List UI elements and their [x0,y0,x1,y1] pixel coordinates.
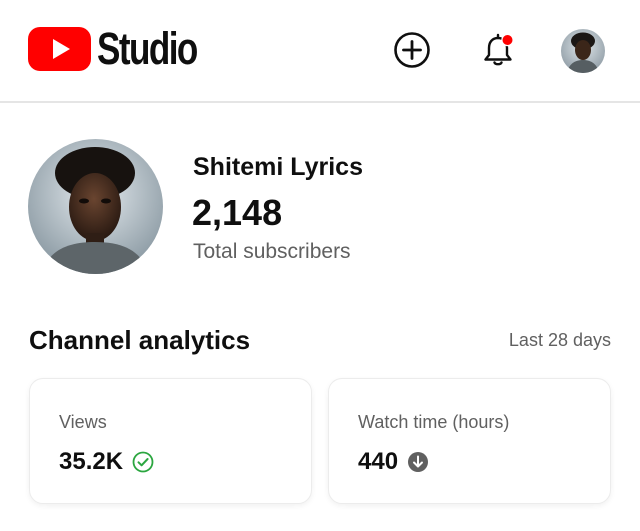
watch-time-value: 440 [358,448,399,475]
watch-time-value-row: 440 [358,448,429,476]
logo-text: Studio [97,23,198,74]
create-plus-icon [394,32,430,68]
studio-page: Studio Shitemi Lyrics 2,148 Total subscr… [0,0,640,531]
subscriber-label: Total subscribers [193,240,351,263]
channel-name: Shitemi Lyrics [193,153,363,181]
top-app-bar: Studio [0,0,640,103]
period-selector[interactable]: Last 28 days [509,330,611,351]
watch-time-label: Watch time (hours) [358,412,510,432]
views-value-row: 35.2K [59,448,154,476]
youtube-logo-icon [28,27,91,71]
views-value: 35.2K [59,448,124,475]
views-card[interactable]: Views 35.2K [29,378,312,504]
channel-avatar[interactable] [28,139,163,274]
watch-time-card[interactable]: Watch time (hours) 440 [328,378,611,504]
notifications-button[interactable] [478,30,518,70]
create-button[interactable] [392,30,432,70]
views-label: Views [59,412,107,432]
studio-logo[interactable]: Studio [28,26,225,72]
subscriber-count: 2,148 [192,192,283,233]
check-circle-icon [132,451,154,473]
avatar-image [561,29,605,73]
account-avatar[interactable] [561,29,605,73]
notification-dot [502,35,513,45]
arrow-down-circle-icon [408,452,429,472]
analytics-heading: Channel analytics [29,325,251,355]
notification-bell-icon [484,33,514,66]
channel-avatar-image [28,139,163,274]
